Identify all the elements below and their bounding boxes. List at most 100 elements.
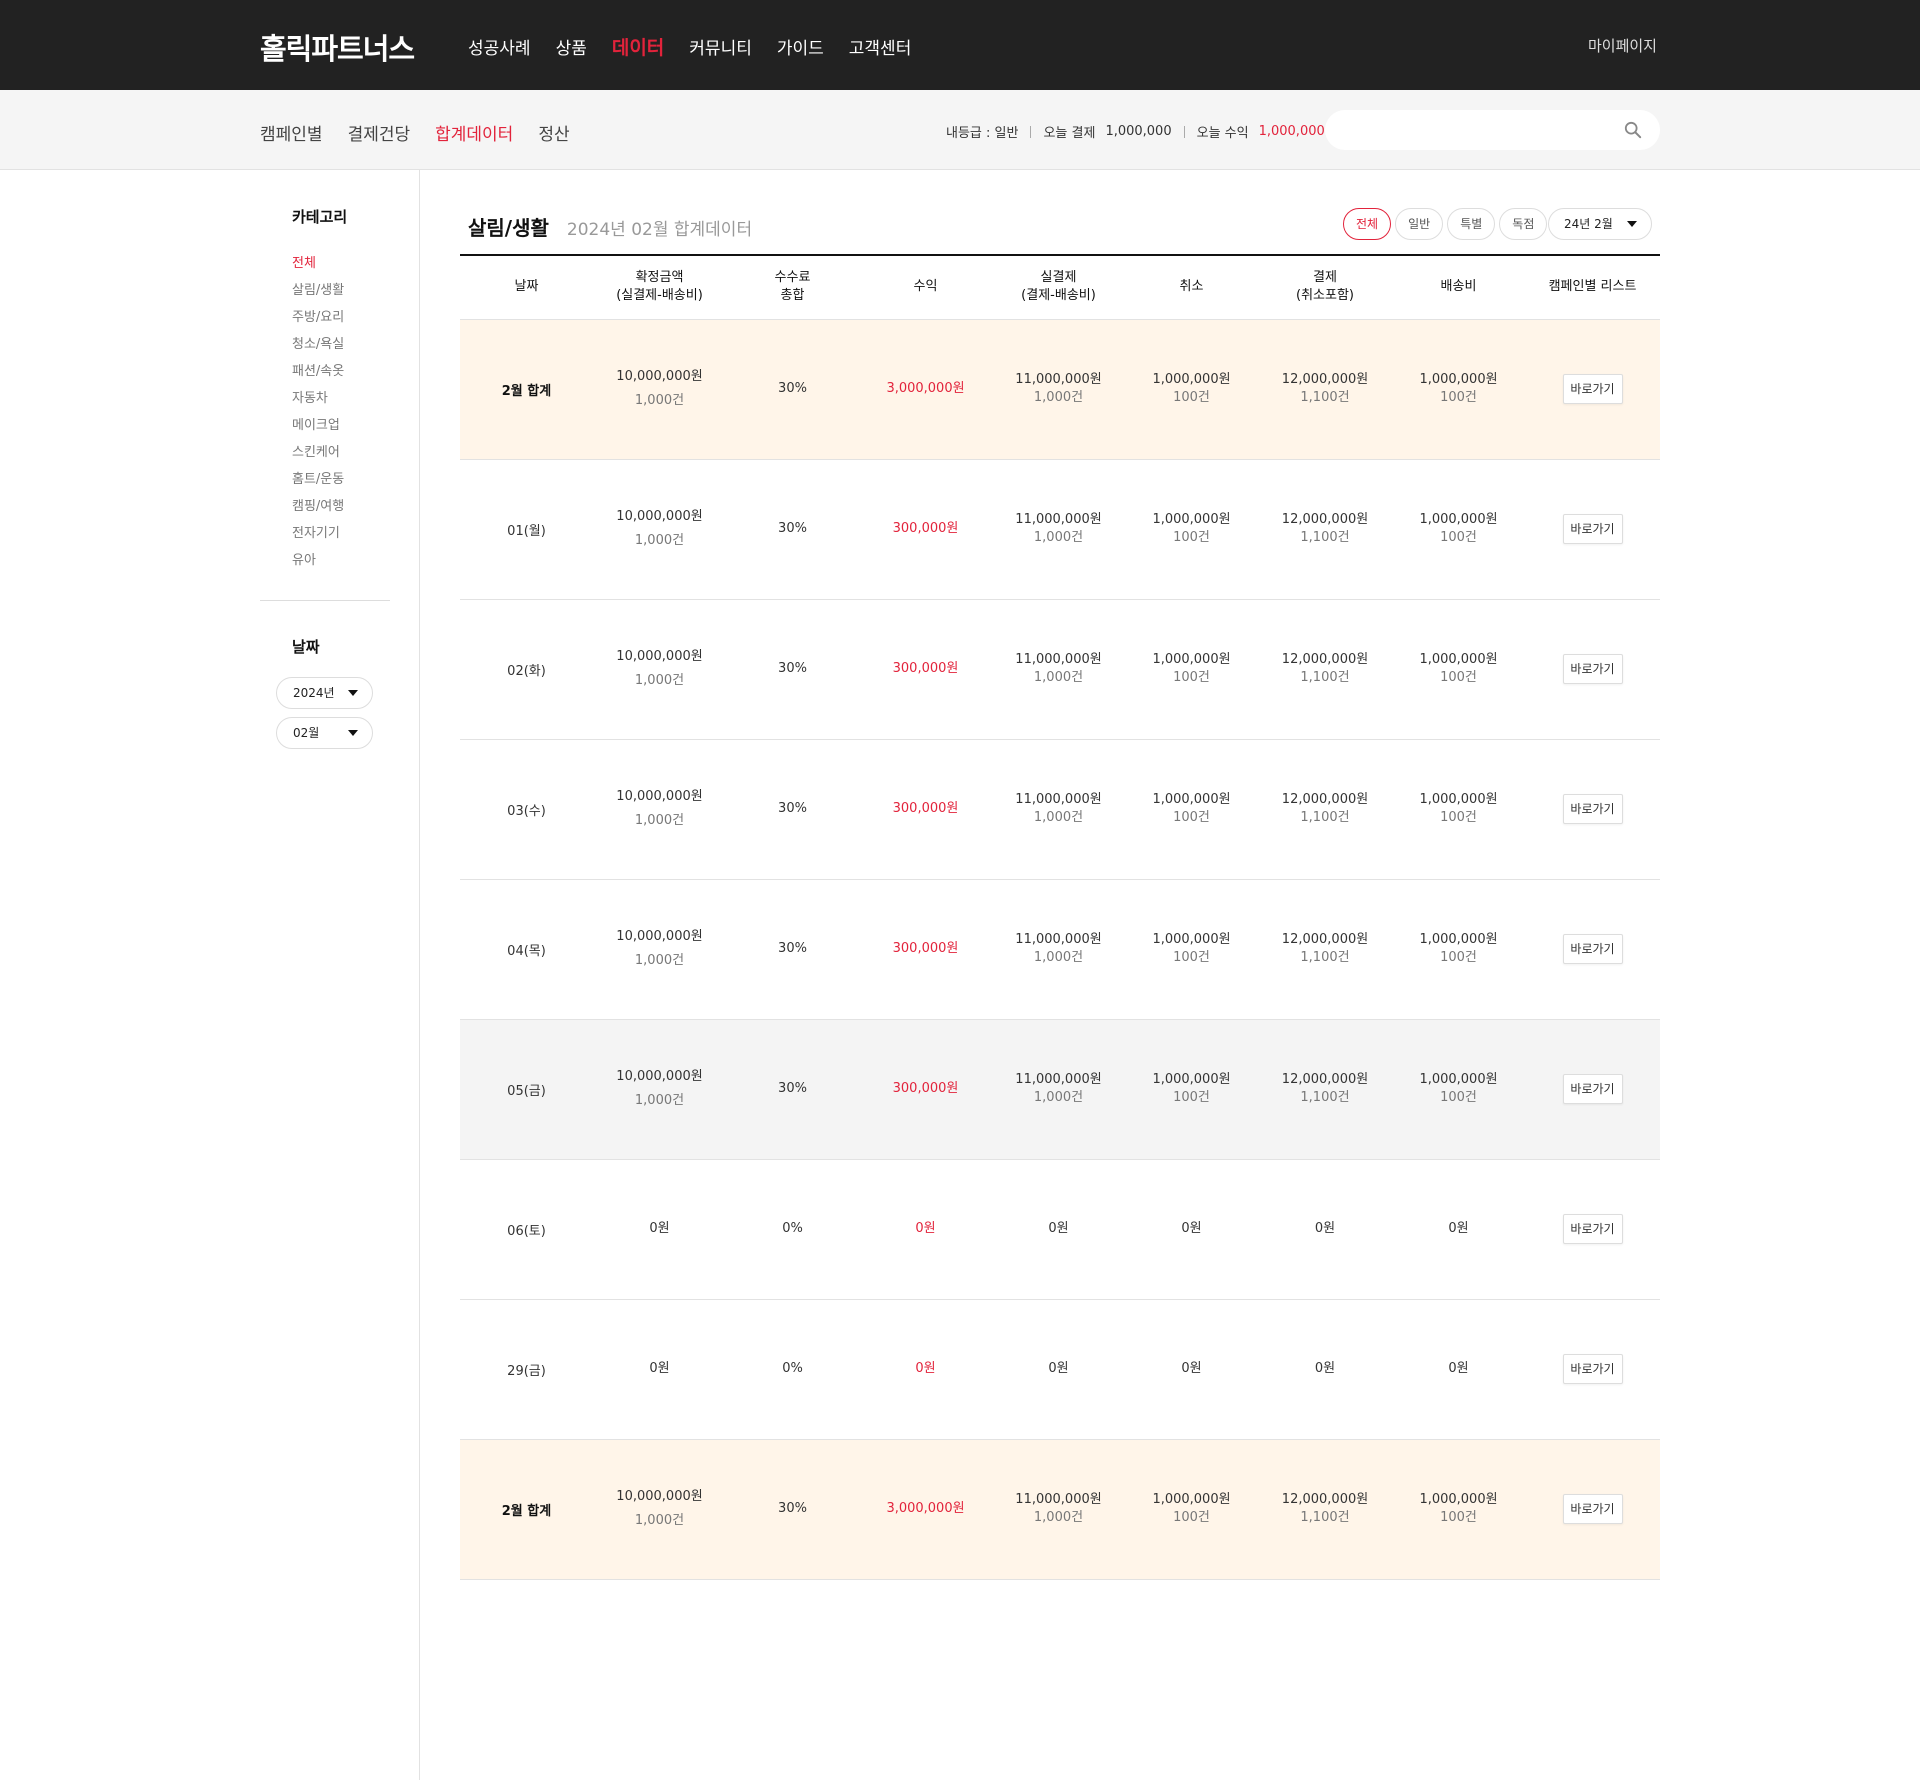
cell-confirmed-count: 1,000건 [634, 533, 685, 548]
cell-actual-payment-count: 1,000건 [1033, 530, 1084, 545]
cell-cancel-value: 1,000,000원 [1152, 512, 1231, 527]
mypage-link[interactable]: 마이페이지 [1588, 35, 1657, 56]
cell-shipping: 1,000,000원 100건 [1392, 319, 1525, 460]
cell-payment-value: 12,000,000원 [1281, 652, 1369, 667]
cell-confirmed: 10,000,000원 1,000건 [593, 1019, 726, 1160]
cell-confirmed-count: 1,000건 [634, 1093, 685, 1108]
go-button[interactable]: 바로가기 [1562, 794, 1623, 824]
go-button[interactable]: 바로가기 [1562, 1214, 1623, 1244]
category-item[interactable]: 홈트/운동 [292, 466, 344, 493]
cell-confirmed-count: 1,000건 [634, 393, 685, 408]
cell-shipping: 0원 [1392, 1299, 1525, 1440]
go-button[interactable]: 바로가기 [1562, 1074, 1623, 1104]
cell-payment-value: 12,000,000원 [1281, 1492, 1369, 1507]
nav-item-products[interactable]: 상품 [556, 34, 587, 60]
sub-nav: 캠페인별 결제건당 합계데이터 정산 [260, 120, 570, 145]
nav-item-community[interactable]: 커뮤니티 [689, 34, 752, 60]
cell-cancel-value: 1,000,000원 [1152, 1072, 1231, 1087]
cell-payment: 12,000,000원 1,100건 [1258, 1439, 1392, 1580]
year-select[interactable]: 2024년 [276, 677, 373, 709]
cell-date: 06(토) [460, 1159, 593, 1300]
category-item[interactable]: 유아 [292, 547, 344, 574]
go-button[interactable]: 바로가기 [1562, 514, 1623, 544]
category-item[interactable]: 청소/욕실 [292, 331, 344, 358]
go-button[interactable]: 바로가기 [1562, 374, 1623, 404]
cell-shipping-value: 1,000,000원 [1419, 1072, 1498, 1087]
go-button[interactable]: 바로가기 [1562, 1354, 1623, 1384]
cell-payment: 12,000,000원 1,100건 [1258, 739, 1392, 880]
filter-all[interactable]: 전체 [1343, 208, 1392, 240]
cell-date: 02(화) [460, 599, 593, 740]
filter-special[interactable]: 특별 [1447, 208, 1496, 240]
filter-exclusive[interactable]: 독점 [1499, 208, 1548, 240]
category-item[interactable]: 패션/속옷 [292, 358, 344, 385]
table-row: 04(목) 10,000,000원 1,000건 30% 300,000원 11,000,… [460, 879, 1660, 1020]
filter-normal[interactable]: 일반 [1395, 208, 1444, 240]
category-item[interactable]: 자동차 [292, 385, 344, 412]
category-item[interactable]: 전자기기 [292, 520, 344, 547]
cell-revenue-value: 3,000,000원 [886, 381, 965, 396]
subnav-item-settlement[interactable]: 정산 [538, 120, 569, 145]
table-row: 29(금) 0원 0% 0원 0원 0원 0원 0원 바로가기 [460, 1299, 1660, 1440]
cell-actual-payment-value: 0원 [1048, 1221, 1069, 1236]
column-header-confirmed: 확정금액 (실결제-배송비) [593, 255, 726, 320]
logo[interactable]: 홀릭파트너스 [260, 26, 415, 68]
table-row-total: 2월 합계 10,000,000원 1,000건 30% 3,000,000원 11,00… [460, 319, 1660, 460]
go-button[interactable]: 바로가기 [1562, 1494, 1623, 1524]
cell-payment-count: 1,100건 [1300, 810, 1350, 825]
table-row-total: 2월 합계 10,000,000원 1,000건 30% 3,000,000원 11,00… [460, 1439, 1660, 1580]
cell-cancel-count: 100건 [1173, 810, 1210, 825]
caret-down-icon [348, 690, 358, 696]
search-input[interactable] [1343, 110, 1623, 150]
cell-actual-payment-value: 11,000,000원 [1015, 932, 1102, 947]
subnav-item-per-payment[interactable]: 결제건당 [348, 120, 411, 145]
cell-actual-payment-count: 1,000건 [1033, 1090, 1084, 1105]
category-item-all[interactable]: 전체 [292, 250, 344, 277]
cell-campaign-list: 바로가기 [1525, 739, 1660, 880]
subnav-item-total-data[interactable]: 합계데이터 [435, 120, 513, 145]
category-item[interactable]: 스킨케어 [292, 439, 344, 466]
cell-shipping: 0원 [1392, 1159, 1525, 1300]
cell-shipping: 1,000,000원 100건 [1392, 599, 1525, 740]
cell-payment-count: 1,100건 [1300, 390, 1350, 405]
category-item[interactable]: 메이크업 [292, 412, 344, 439]
cell-confirmed: 10,000,000원 1,000건 [593, 879, 726, 1020]
cell-actual-payment-value: 11,000,000원 [1015, 372, 1102, 387]
go-button[interactable]: 바로가기 [1562, 934, 1623, 964]
summary-table: 날짜 확정금액 (실결제-배송비) 수수료 총합 수익 실결제 (결제-배송비)… [460, 254, 1660, 1580]
column-header-shipping: 배송비 [1392, 255, 1525, 320]
month-select[interactable]: 02월 [276, 717, 373, 749]
cell-shipping-value: 0원 [1448, 1221, 1469, 1236]
month-dropdown[interactable]: 24년 2월 [1548, 208, 1652, 240]
nav-item-success-stories[interactable]: 성공사례 [468, 34, 531, 60]
month-select-value: 02월 [293, 726, 320, 740]
category-item[interactable]: 캠핑/여행 [292, 493, 344, 520]
today-payment-label: 오늘 결제 [1043, 126, 1096, 141]
cell-revenue: 0원 [859, 1299, 992, 1440]
go-button[interactable]: 바로가기 [1562, 654, 1623, 684]
cell-cancel-value: 1,000,000원 [1152, 932, 1231, 947]
category-item[interactable]: 살림/생활 [292, 277, 344, 304]
nav-item-customer-center[interactable]: 고객센터 [849, 34, 912, 60]
nav-item-guide[interactable]: 가이드 [777, 34, 824, 60]
subnav-item-by-campaign[interactable]: 캠페인별 [260, 120, 323, 145]
search-icon[interactable] [1624, 121, 1642, 139]
divider [1183, 125, 1185, 138]
cell-shipping: 1,000,000원 100건 [1392, 1019, 1525, 1160]
cell-cancel: 1,000,000원 100건 [1125, 319, 1258, 460]
column-header-date: 날짜 [460, 255, 593, 320]
cell-fee-value: 30% [778, 941, 807, 956]
cell-shipping-value: 0원 [1448, 1361, 1469, 1376]
cell-revenue-value: 300,000원 [892, 661, 959, 676]
cell-actual-payment: 11,000,000원 1,000건 [992, 1019, 1125, 1160]
cell-actual-payment: 0원 [992, 1159, 1125, 1300]
cell-cancel-count: 100건 [1173, 390, 1210, 405]
category-item[interactable]: 주방/요리 [292, 304, 344, 331]
cell-cancel-value: 0원 [1181, 1221, 1202, 1236]
cell-actual-payment: 11,000,000원 1,000건 [992, 1439, 1125, 1580]
nav-item-data[interactable]: 데이터 [612, 33, 664, 60]
table-row: 01(월) 10,000,000원 1,000건 30% 300,000원 11,000,… [460, 459, 1660, 600]
cell-cancel-count: 100건 [1173, 1090, 1210, 1105]
cell-cancel-value: 1,000,000원 [1152, 792, 1231, 807]
column-header-cancel: 취소 [1125, 255, 1258, 320]
